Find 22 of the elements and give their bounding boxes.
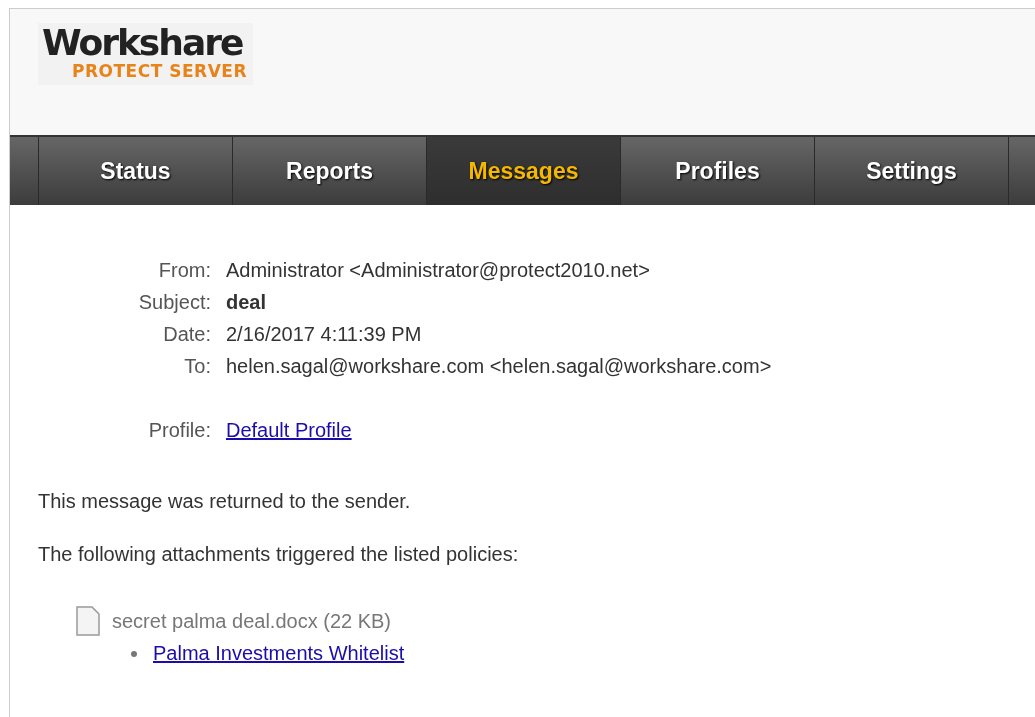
logo-name: Workshare	[42, 25, 243, 61]
field-value: helen.sagal@workshare.com <helen.sagal@workshare.com>	[226, 355, 773, 378]
message-text: This message was returned to the sender.	[38, 490, 412, 513]
logo-subtitle: PROTECT SERVER	[72, 61, 247, 81]
attachment-name: secret palma deal.docx (22 KB)	[112, 609, 392, 633]
profile-link[interactable]: Default Profile	[226, 419, 352, 441]
nav-tab[interactable]: Messages	[427, 137, 621, 205]
nav-tab[interactable]: Settings	[815, 137, 1009, 205]
field-value: Administrator <Administrator@protect2010.net>	[226, 259, 651, 282]
field-value: 2/16/2017 4:11:39 PM	[226, 323, 423, 346]
bullet-icon	[131, 650, 137, 657]
nav-tab[interactable]: Status	[39, 137, 233, 205]
field-label: From:	[157, 259, 211, 282]
document-icon	[76, 606, 100, 636]
field-value: deal	[226, 291, 268, 314]
field-label: Subject:	[137, 291, 211, 314]
message-text: The following attachments triggered the listed policies:	[38, 543, 520, 566]
field-label: To:	[183, 355, 211, 378]
nav-tab[interactable]: Profiles	[621, 137, 815, 205]
field-label: Profile:	[147, 419, 211, 442]
policy-link[interactable]: Palma Investments Whitelist	[153, 642, 405, 665]
field-label: Date:	[162, 323, 211, 346]
